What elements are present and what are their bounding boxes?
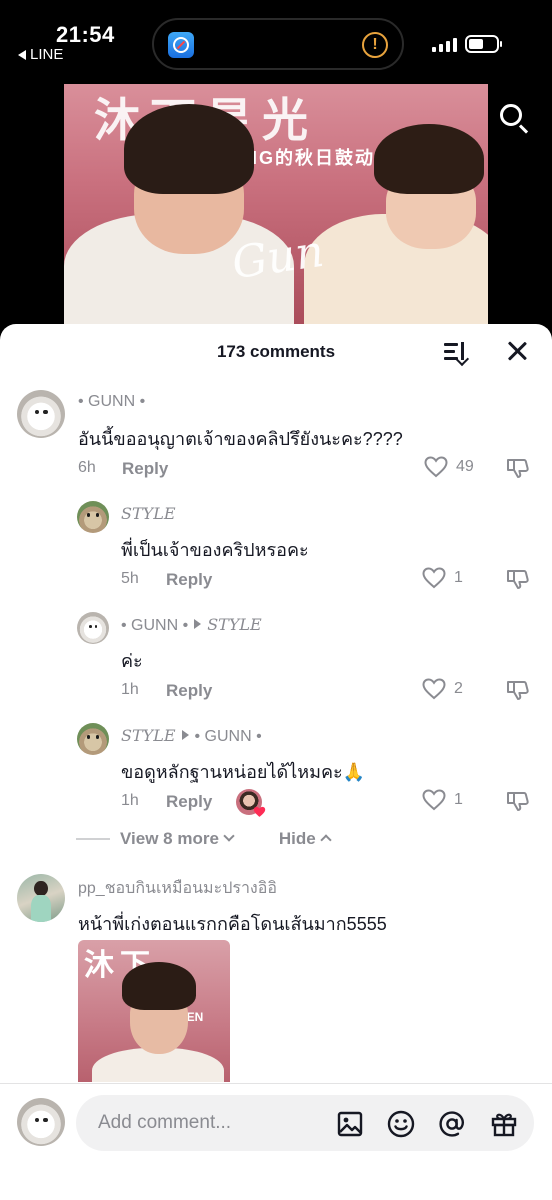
signal-icon <box>432 38 457 52</box>
emoji-icon[interactable] <box>386 1109 416 1139</box>
comment-input-bar <box>0 1083 552 1200</box>
dislike-icon[interactable] <box>506 456 530 480</box>
chevron-down-icon <box>223 830 235 842</box>
like-count: 1 <box>454 569 463 586</box>
comment-username[interactable]: • GUNN • <box>121 617 188 634</box>
comment-username[interactable]: STYLE <box>121 726 176 745</box>
status-bar: 21:54 LINE ! <box>0 0 552 80</box>
avatar[interactable] <box>77 723 109 755</box>
safari-icon <box>168 32 194 58</box>
heart-icon <box>422 678 446 700</box>
comment-text: ขอดูหลักฐานหน่อยได้ไหมคะ🙏 <box>121 762 366 782</box>
reply-button[interactable]: Reply <box>166 681 212 701</box>
chevron-up-icon <box>320 834 332 846</box>
heart-icon <box>422 567 446 589</box>
thread-controls: View 8 more Hide <box>76 829 332 849</box>
battery-icon <box>465 35 502 53</box>
video-player[interactable]: 沐下星光 NG的秋日鼓动 Gun <box>64 84 488 334</box>
reply-arrow-icon <box>194 619 202 629</box>
like-count: 1 <box>454 791 463 808</box>
like-button[interactable]: 1 <box>422 789 463 811</box>
comments-sheet: 173 comments • GUNN • อันนี้ขออนุญาตเจ้า… <box>0 324 552 1200</box>
sort-icon[interactable] <box>442 340 470 367</box>
like-count: 2 <box>454 680 463 697</box>
reply-to-username[interactable]: • GUNN • <box>195 728 262 745</box>
comment-field <box>76 1095 534 1151</box>
comment-username-line: STYLE • GUNN • <box>121 726 262 746</box>
dynamic-island: ! <box>152 18 404 70</box>
dislike-icon[interactable] <box>506 567 530 591</box>
video-banner-subtext: NG的秋日鼓动 <box>244 148 375 168</box>
comment-username[interactable]: pp_ชอบกินเหมือนมะปรางอิอิ <box>78 876 277 901</box>
back-arrow-icon <box>18 49 26 60</box>
comment-text: ค่ะ <box>121 651 143 671</box>
heart-icon <box>424 456 448 478</box>
comment-input[interactable] <box>98 1095 328 1151</box>
search-icon[interactable] <box>494 98 534 138</box>
comment-username[interactable]: • GUNN • <box>78 393 145 411</box>
reply-button[interactable]: Reply <box>122 459 168 479</box>
comment-age: 5h <box>121 570 139 587</box>
comments-header: 173 comments <box>0 324 552 378</box>
view-more-button[interactable]: View 8 more <box>120 829 235 849</box>
hide-replies-button[interactable]: Hide <box>279 829 332 849</box>
like-button[interactable]: 49 <box>424 456 474 478</box>
thread-divider <box>76 838 110 840</box>
dislike-icon[interactable] <box>506 678 530 702</box>
at-icon[interactable] <box>437 1109 467 1139</box>
thumbnail-person-hair <box>122 962 196 1010</box>
reply-button[interactable]: Reply <box>166 570 212 590</box>
comment-text: พี่เป็นเจ้าของคริปหรอคะ <box>121 540 309 560</box>
heart-icon <box>422 789 446 811</box>
comment-text: อันนี้ขออนุญาตเจ้าของคลิปรึยังนะคะ???? <box>78 429 403 449</box>
like-button[interactable]: 2 <box>422 678 463 700</box>
avatar[interactable] <box>77 612 109 644</box>
reply-button[interactable]: Reply <box>166 792 212 812</box>
creator-liked-badge <box>236 789 266 817</box>
avatar[interactable] <box>77 501 109 533</box>
comment-age: 6h <box>78 459 96 476</box>
avatar[interactable] <box>17 390 65 438</box>
avatar[interactable] <box>17 874 65 922</box>
back-app-label: LINE <box>30 46 64 63</box>
alert-icon: ! <box>362 32 388 58</box>
comment-age: 1h <box>121 792 139 809</box>
like-button[interactable]: 1 <box>422 567 463 589</box>
reply-arrow-icon <box>181 730 189 740</box>
person-right-hair <box>374 124 484 194</box>
comment-username[interactable]: STYLE <box>121 504 176 523</box>
close-icon[interactable] <box>504 338 530 364</box>
gift-icon[interactable] <box>489 1109 519 1139</box>
comment-username-line: • GUNN • STYLE <box>121 615 262 635</box>
comment-image-thumbnail[interactable]: 沐下 KEN <box>78 940 230 1082</box>
like-count: 49 <box>456 458 474 475</box>
person-left-hair <box>124 104 254 194</box>
comment-text: หน้าพี่เก่งตอนแรกกคือโดนเส้นมาก5555 <box>78 914 387 934</box>
my-avatar[interactable] <box>17 1098 65 1146</box>
comment-age: 1h <box>121 681 139 698</box>
heart-icon <box>253 805 266 817</box>
image-icon[interactable] <box>335 1109 365 1139</box>
status-time: 21:54 <box>56 22 115 47</box>
back-to-app-link[interactable]: LINE <box>18 46 63 63</box>
dislike-icon[interactable] <box>506 789 530 813</box>
reply-to-username[interactable]: STYLE <box>207 615 262 634</box>
